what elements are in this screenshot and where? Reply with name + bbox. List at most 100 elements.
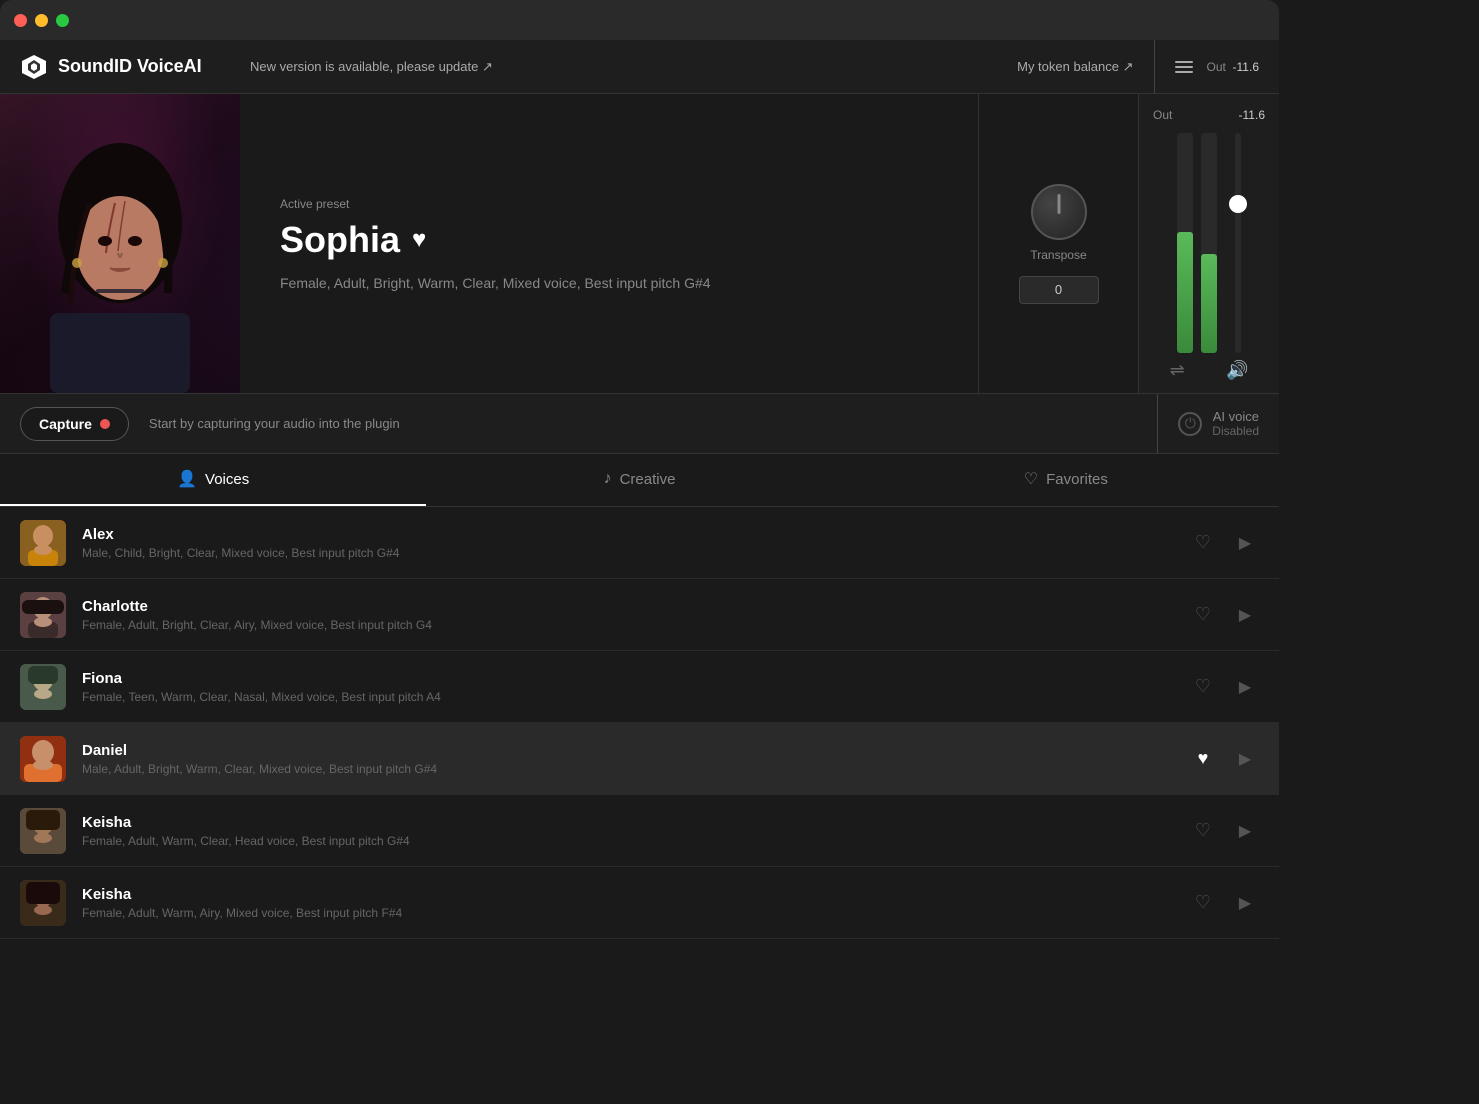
- voice-row-charlotte[interactable]: Charlotte Female, Adult, Bright, Clear, …: [0, 579, 1279, 651]
- play-daniel[interactable]: ▶: [1231, 745, 1259, 773]
- voice-tags-keisha2: Female, Adult, Warm, Airy, Mixed voice, …: [82, 906, 1189, 920]
- transpose-knob-container: Transpose: [1030, 184, 1086, 262]
- maximize-button[interactable]: [56, 14, 69, 27]
- preset-section: Active preset Sophia ♥ Female, Adult, Br…: [240, 94, 979, 393]
- avatar-charlotte: [20, 592, 66, 638]
- voice-list: Alex Male, Child, Bright, Clear, Mixed v…: [0, 507, 1279, 939]
- heart-daniel[interactable]: ♥: [1189, 745, 1217, 773]
- speaker-icon[interactable]: 🔊: [1226, 360, 1248, 381]
- voice-tags-daniel: Male, Adult, Bright, Warm, Clear, Mixed …: [82, 762, 1189, 776]
- heart-alex[interactable]: ♡: [1189, 529, 1217, 557]
- tabs-bar: 👤 Voices ♪ Creative ♡ Favorites: [0, 454, 1279, 507]
- voice-row-alex[interactable]: Alex Male, Child, Bright, Clear, Mixed v…: [0, 507, 1279, 579]
- voice-actions-keisha2: ♡ ▶: [1189, 889, 1259, 917]
- favorites-tab-label: Favorites: [1046, 471, 1108, 488]
- vu-slider-track[interactable]: [1235, 133, 1241, 353]
- transpose-label: Transpose: [1030, 248, 1086, 262]
- preset-heart-icon[interactable]: ♥: [412, 226, 426, 254]
- ai-voice-label: AI voice Disabled: [1212, 409, 1259, 438]
- title-bar: [0, 0, 1279, 40]
- power-button[interactable]: ⏻: [1178, 412, 1202, 436]
- voice-row-keisha2[interactable]: Keisha Female, Adult, Warm, Airy, Mixed …: [0, 867, 1279, 939]
- transpose-input[interactable]: [1019, 276, 1099, 304]
- avatar-keisha2: [20, 880, 66, 926]
- app-logo: SoundID VoiceAI: [20, 53, 250, 81]
- active-preset-label: Active preset: [280, 197, 938, 211]
- vu-bars: [1177, 133, 1193, 353]
- play-alex[interactable]: ▶: [1231, 529, 1259, 557]
- voice-info-keisha1: Keisha Female, Adult, Warm, Clear, Head …: [82, 814, 1189, 848]
- voice-info-charlotte: Charlotte Female, Adult, Bright, Clear, …: [82, 598, 1189, 632]
- voice-row-keisha1[interactable]: Keisha Female, Adult, Warm, Clear, Head …: [0, 795, 1279, 867]
- voice-name-keisha1: Keisha: [82, 814, 1189, 831]
- voice-tags-alex: Male, Child, Bright, Clear, Mixed voice,…: [82, 546, 1189, 560]
- transpose-knob[interactable]: [1031, 184, 1087, 240]
- tab-voices[interactable]: 👤 Voices: [0, 454, 426, 506]
- preset-name-row: Sophia ♥: [280, 219, 938, 261]
- voice-info-daniel: Daniel Male, Adult, Bright, Warm, Clear,…: [82, 742, 1189, 776]
- favorites-tab-icon: ♡: [1024, 469, 1038, 489]
- voice-actions-fiona: ♡ ▶: [1189, 673, 1259, 701]
- header-right: Out -11.6: [1154, 40, 1259, 93]
- voice-name-charlotte: Charlotte: [82, 598, 1189, 615]
- creative-tab-icon: ♪: [604, 470, 612, 488]
- avatar-daniel: [20, 736, 66, 782]
- preset-name-text: Sophia: [280, 219, 400, 261]
- heart-keisha1[interactable]: ♡: [1189, 817, 1217, 845]
- voice-info-fiona: Fiona Female, Teen, Warm, Clear, Nasal, …: [82, 670, 1189, 704]
- voice-name-daniel: Daniel: [82, 742, 1189, 759]
- update-notice[interactable]: New version is available, please update …: [250, 59, 1017, 75]
- play-keisha2[interactable]: ▶: [1231, 889, 1259, 917]
- voice-name-fiona: Fiona: [82, 670, 1189, 687]
- voice-actions-charlotte: ♡ ▶: [1189, 601, 1259, 629]
- artist-photo: [0, 94, 240, 393]
- ai-voice-section: ⏻ AI voice Disabled: [1157, 394, 1259, 453]
- play-keisha1[interactable]: ▶: [1231, 817, 1259, 845]
- voices-tab-icon: 👤: [177, 469, 197, 489]
- capture-description: Start by capturing your audio into the p…: [149, 416, 1137, 431]
- voice-info-keisha2: Keisha Female, Adult, Warm, Airy, Mixed …: [82, 886, 1189, 920]
- avatar-fiona: [20, 664, 66, 710]
- minimize-button[interactable]: [35, 14, 48, 27]
- transpose-section: Transpose: [979, 94, 1139, 393]
- vu-out-label: Out: [1153, 108, 1172, 122]
- vu-bar-left-fill: [1177, 232, 1193, 353]
- capture-dot: [100, 419, 110, 429]
- tab-favorites[interactable]: ♡ Favorites: [853, 454, 1279, 506]
- voice-actions-daniel: ♥ ▶: [1189, 745, 1259, 773]
- ai-voice-title: AI voice: [1212, 409, 1259, 424]
- voice-tags-fiona: Female, Teen, Warm, Clear, Nasal, Mixed …: [82, 690, 1189, 704]
- vu-bars-right: [1201, 133, 1217, 353]
- voice-row-daniel[interactable]: Daniel Male, Adult, Bright, Warm, Clear,…: [0, 723, 1279, 795]
- loop-icon[interactable]: ⇌: [1170, 360, 1185, 381]
- voice-tags-keisha1: Female, Adult, Warm, Clear, Head voice, …: [82, 834, 1189, 848]
- voice-actions-alex: ♡ ▶: [1189, 529, 1259, 557]
- out-label: Out -11.6: [1207, 60, 1259, 74]
- play-fiona[interactable]: ▶: [1231, 673, 1259, 701]
- voice-name-keisha2: Keisha: [82, 886, 1189, 903]
- header: SoundID VoiceAI New version is available…: [0, 40, 1279, 94]
- voice-row-fiona[interactable]: Fiona Female, Teen, Warm, Clear, Nasal, …: [0, 651, 1279, 723]
- heart-fiona[interactable]: ♡: [1189, 673, 1217, 701]
- capture-button[interactable]: Capture: [20, 407, 129, 441]
- vu-meter-header: Out -11.6: [1207, 60, 1259, 74]
- voices-tab-label: Voices: [205, 471, 249, 488]
- vu-slider-thumb[interactable]: [1229, 195, 1247, 213]
- play-charlotte[interactable]: ▶: [1231, 601, 1259, 629]
- hamburger-menu[interactable]: [1175, 61, 1193, 73]
- main-top-section: Active preset Sophia ♥ Female, Adult, Br…: [0, 94, 1279, 394]
- vu-bar-right: [1201, 133, 1217, 353]
- heart-charlotte[interactable]: ♡: [1189, 601, 1217, 629]
- voice-name-alex: Alex: [82, 526, 1189, 543]
- vu-out-value: -11.6: [1239, 108, 1265, 122]
- heart-keisha2[interactable]: ♡: [1189, 889, 1217, 917]
- close-button[interactable]: [14, 14, 27, 27]
- avatar-keisha1: [20, 808, 66, 854]
- app-name: SoundID VoiceAI: [58, 56, 202, 77]
- vu-top-labels: Out -11.6: [1149, 104, 1269, 122]
- preset-tags: Female, Adult, Bright, Warm, Clear, Mixe…: [280, 275, 938, 291]
- tab-creative[interactable]: ♪ Creative: [426, 454, 852, 506]
- vu-bar-right-fill: [1201, 254, 1217, 353]
- token-balance[interactable]: My token balance ↗: [1017, 59, 1133, 75]
- voice-actions-keisha1: ♡ ▶: [1189, 817, 1259, 845]
